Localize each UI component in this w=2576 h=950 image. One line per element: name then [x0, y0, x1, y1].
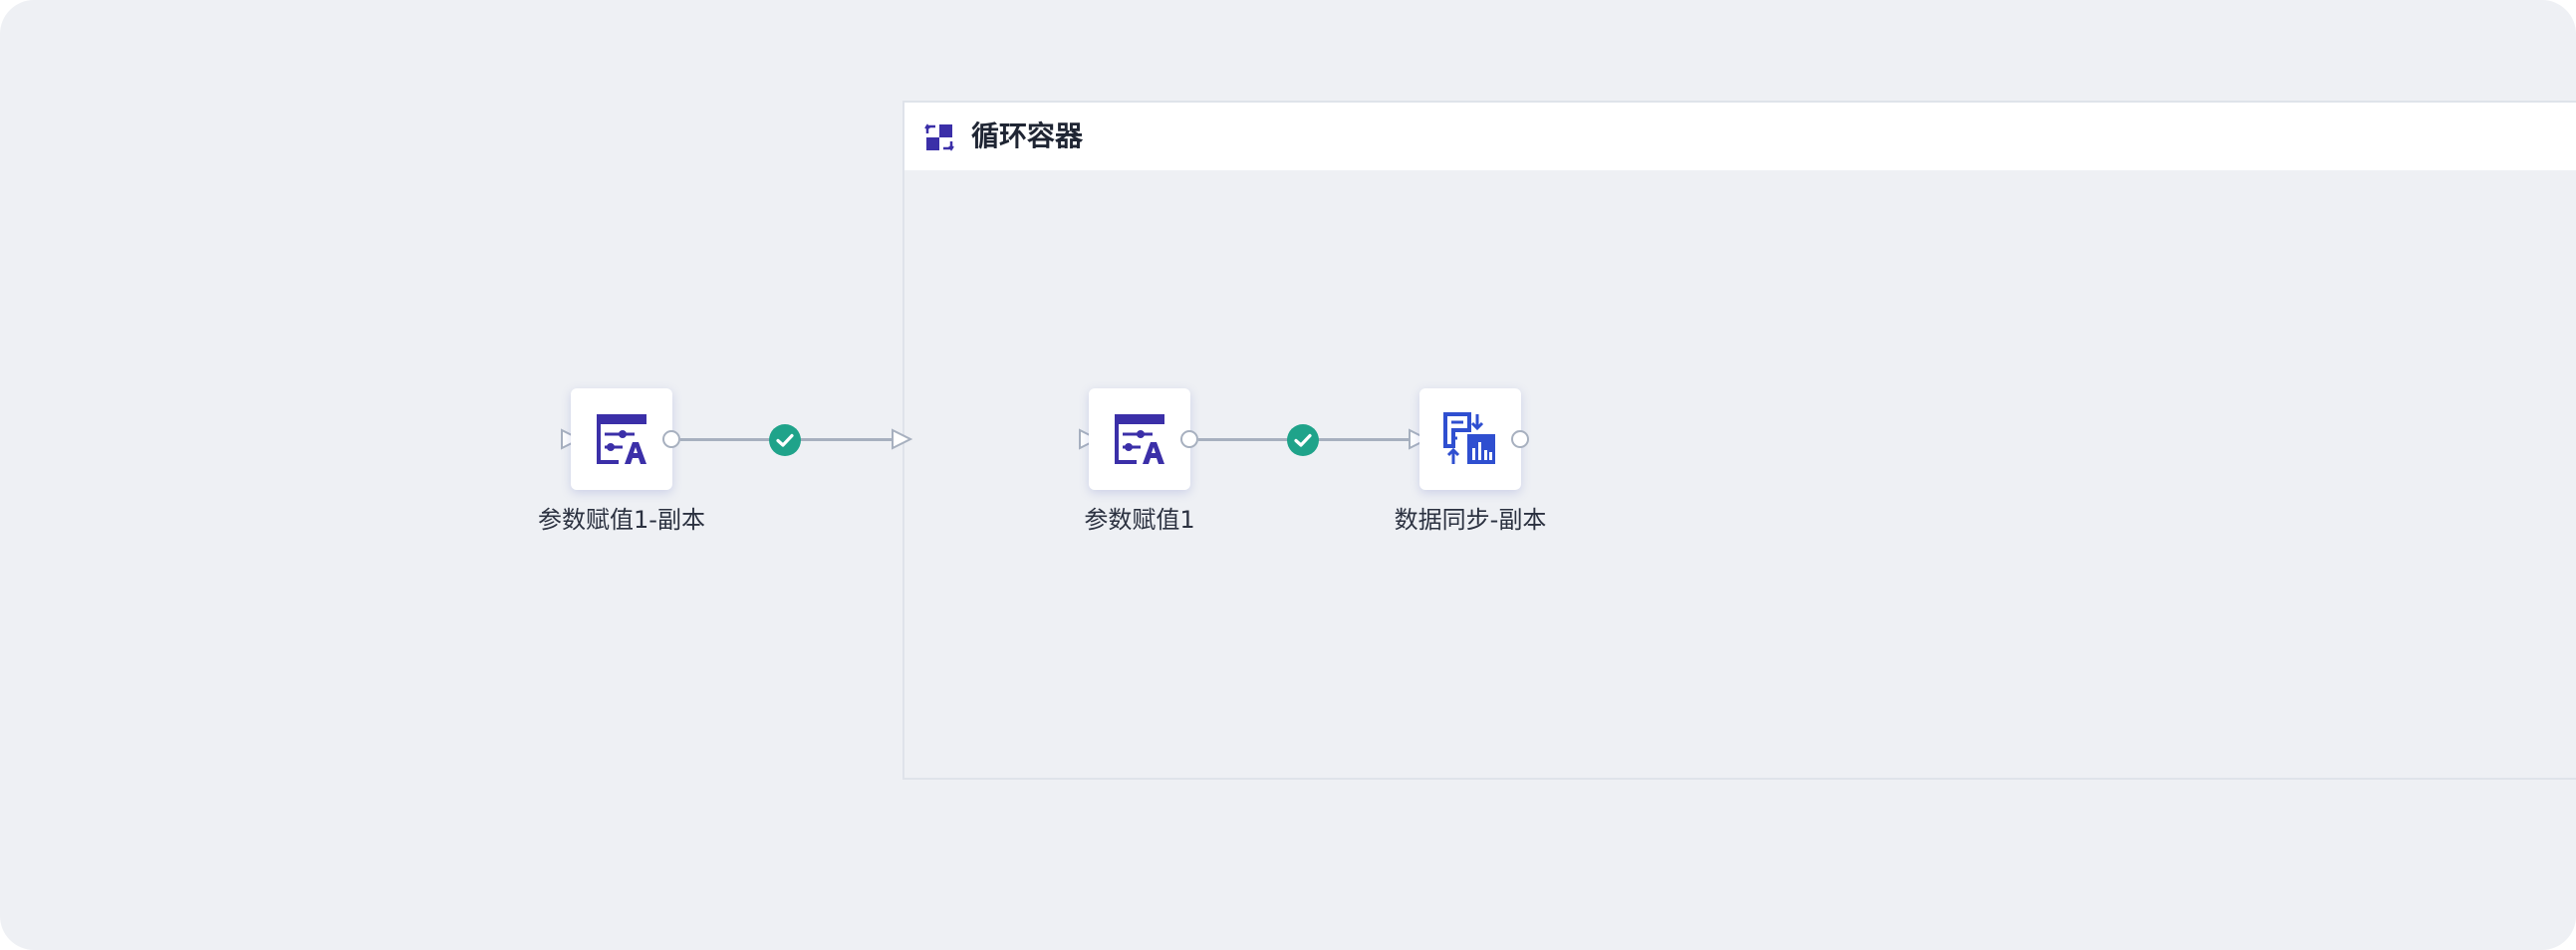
- check-icon: [776, 433, 794, 447]
- loop-container-icon: [924, 123, 954, 151]
- edge-success-status[interactable]: [1287, 424, 1319, 456]
- check-icon: [1294, 433, 1312, 447]
- parameter-assign-icon: [597, 414, 646, 464]
- edge-success-status[interactable]: [769, 424, 801, 456]
- node-label: 参数赋值1-副本: [538, 506, 705, 534]
- data-sync-icon: [1443, 412, 1495, 464]
- node-output-port[interactable]: [662, 430, 680, 448]
- node-output-port[interactable]: [1511, 430, 1529, 448]
- workflow-canvas[interactable]: 循环容器 参数赋值1-副本 参数赋值1 数据同步-副本: [0, 0, 2576, 950]
- node-parameter-assign[interactable]: [1089, 388, 1190, 490]
- parameter-assign-icon: [1115, 414, 1164, 464]
- container-input-port[interactable]: [891, 428, 912, 450]
- node-data-sync-copy[interactable]: [1419, 388, 1521, 490]
- loop-container-header[interactable]: 循环容器: [904, 103, 2576, 170]
- node-parameter-assign-copy[interactable]: [571, 388, 672, 490]
- node-output-port[interactable]: [1180, 430, 1198, 448]
- loop-container-title: 循环容器: [971, 119, 1084, 152]
- node-label: 数据同步-副本: [1394, 506, 1547, 534]
- node-label: 参数赋值1: [1084, 506, 1195, 534]
